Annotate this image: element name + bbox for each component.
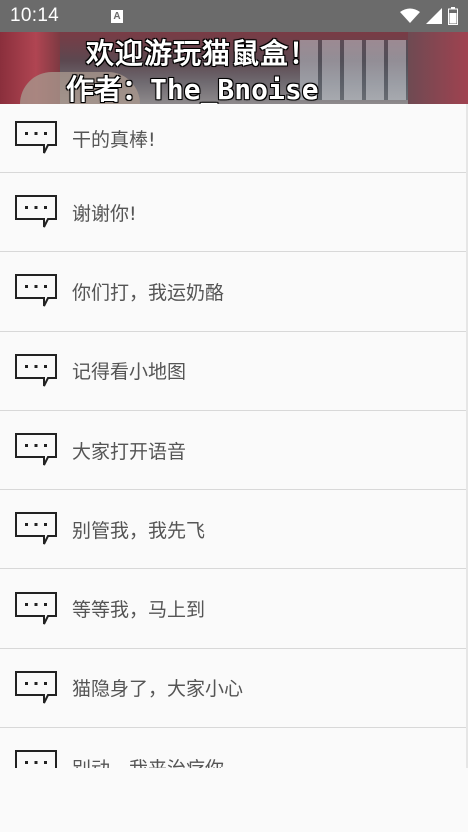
chat-bubble-icon xyxy=(15,591,57,625)
status-time: 10:14 xyxy=(10,5,60,26)
list-item[interactable]: 记得看小地图 xyxy=(0,331,466,411)
list-item[interactable]: 大家打开语音 xyxy=(0,410,466,491)
list-item-label: 你们打，我运奶酪 xyxy=(72,281,225,304)
list-item-label: 干的真棒! xyxy=(72,128,156,151)
wifi-icon xyxy=(400,8,420,23)
list-item[interactable]: 猫隐身了，大家小心 xyxy=(0,648,466,729)
list-item[interactable]: 干的真棒! xyxy=(0,104,466,173)
list-item[interactable]: 等等我，马上到 xyxy=(0,569,466,649)
list-item[interactable]: 谢谢你! xyxy=(0,173,466,253)
bottom-area xyxy=(0,768,468,832)
chat-bubble-icon xyxy=(15,750,57,768)
header-banner: 欢迎游玩猫鼠盒！ 作者：The_Bnoise xyxy=(0,32,468,104)
list-item-label: 别动，我来治疗你 xyxy=(72,754,224,768)
chat-bubble-icon xyxy=(15,121,57,154)
status-icons xyxy=(400,7,458,25)
list-item-label: 等等我，马上到 xyxy=(72,599,206,622)
list-item[interactable]: 你们打，我运奶酪 xyxy=(0,252,466,332)
list-item-label: 猫隐身了，大家小心 xyxy=(72,678,244,701)
phrase-list[interactable]: 干的真棒! 谢谢你! 你们打，我运奶酪 记得看小地图 大家打开语音 别管我，我先… xyxy=(0,104,466,768)
status-bar: 10:14 A xyxy=(0,0,468,32)
chat-bubble-icon xyxy=(15,512,57,545)
list-item-label: 别管我，我先飞 xyxy=(72,519,206,542)
list-item[interactable]: 别动，我来治疗你 xyxy=(0,728,466,768)
chat-bubble-icon xyxy=(15,274,57,307)
list-item-label: 谢谢你! xyxy=(72,202,137,225)
chat-bubble-icon xyxy=(15,670,57,704)
list-item-label: 大家打开语音 xyxy=(72,440,187,463)
notification-icon: A xyxy=(111,9,124,23)
list-item-label: 记得看小地图 xyxy=(72,361,187,384)
banner-author: 作者：The_Bnoise xyxy=(66,73,319,104)
battery-icon xyxy=(448,7,458,25)
list-item[interactable]: 别管我，我先飞 xyxy=(0,490,466,570)
banner-title: 欢迎游玩猫鼠盒！ xyxy=(86,37,319,70)
chat-bubble-icon xyxy=(15,433,57,466)
signal-icon xyxy=(426,8,442,24)
chat-bubble-icon xyxy=(15,353,57,387)
chat-bubble-icon xyxy=(15,195,57,228)
